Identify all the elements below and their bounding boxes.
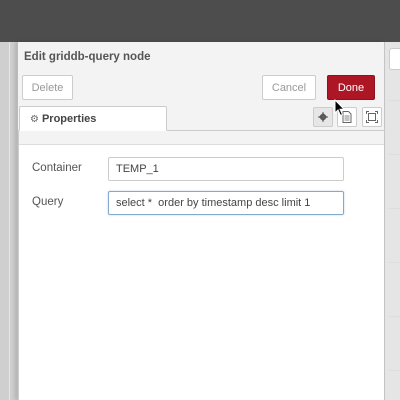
properties-tab-button[interactable] — [313, 107, 333, 127]
tab-properties[interactable]: ⚙ Properties — [19, 106, 167, 131]
sidebar-row — [389, 370, 400, 371]
container-input[interactable] — [108, 157, 344, 181]
sidebar-row — [389, 154, 400, 155]
edit-node-tray: Edit griddb-query node Delete Cancel Don… — [17, 42, 385, 400]
tab-properties-label: Properties — [41, 113, 97, 125]
container-label: Container — [32, 162, 82, 174]
workspace-grid-line — [9, 42, 10, 400]
query-input[interactable] — [108, 191, 344, 215]
sidebar-row — [389, 262, 400, 263]
tab-panel-border — [18, 130, 19, 400]
sidebar-tab[interactable] — [389, 48, 400, 70]
query-label: Query — [32, 196, 64, 208]
sidebar-panel — [384, 42, 400, 400]
appearance-tab-button[interactable] — [362, 107, 382, 127]
done-button[interactable]: Done — [327, 75, 375, 100]
top-header-bar — [0, 0, 400, 42]
mouse-cursor-icon — [334, 99, 346, 117]
appearance-icon — [366, 111, 378, 123]
tab-panel-border — [167, 130, 385, 131]
cancel-button[interactable]: Cancel — [262, 75, 316, 100]
gear-icon — [318, 112, 328, 122]
delete-button[interactable]: Delete — [22, 75, 73, 100]
sidebar-row — [389, 208, 400, 209]
sidebar-row — [389, 100, 400, 101]
gear-icon: ⚙ — [30, 114, 39, 125]
sidebar-row — [389, 316, 400, 317]
workspace-background — [0, 42, 17, 400]
tray-title: Edit griddb-query node — [24, 51, 151, 63]
